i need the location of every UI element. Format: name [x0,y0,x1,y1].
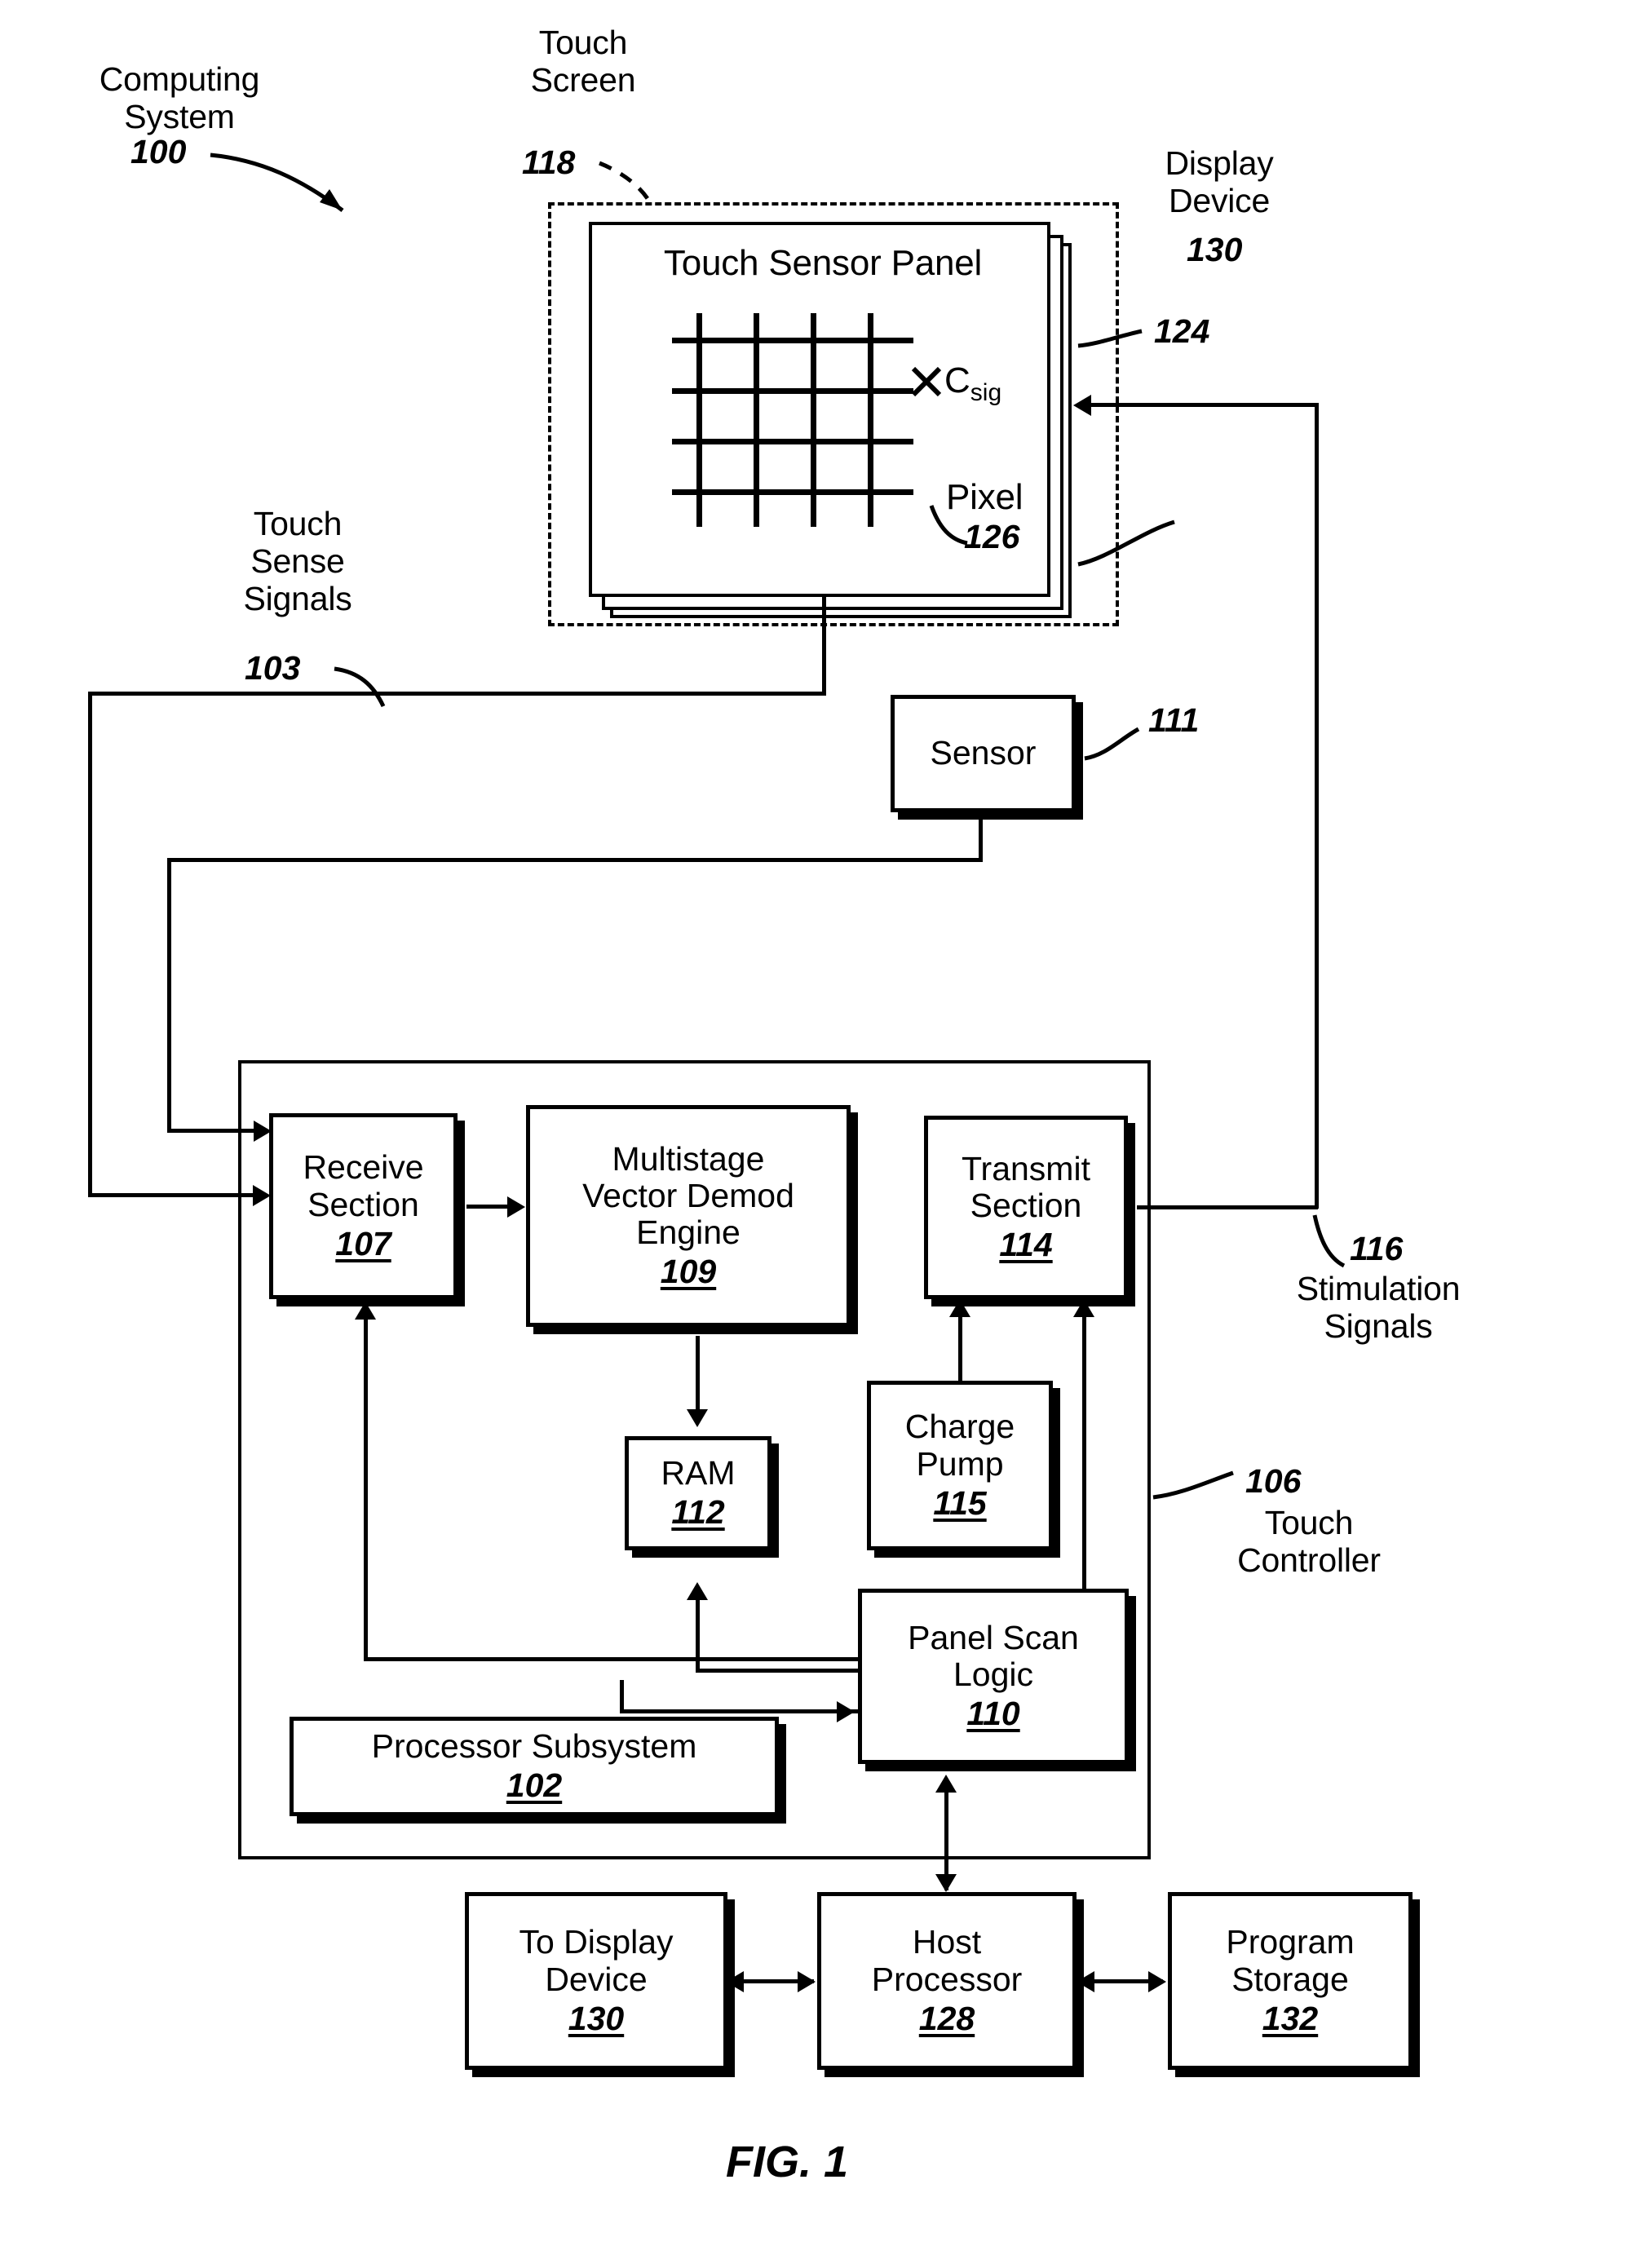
grid-line-h-3 [672,439,913,444]
touch-sense-signals-ref: 103 [245,649,301,687]
touch-controller-ref: 106 [1245,1462,1302,1500]
wire-sensor-horiz [167,858,983,862]
panel-scan-logic-ref: 110 [966,1695,1020,1733]
wire-psl-to-ram-horiz [696,1669,859,1673]
transmit-section-block[interactable]: Transmit Section 114 [924,1116,1128,1299]
display-device-ref: 130 [1187,231,1243,268]
touch-screen-label: Touch Screen [530,24,636,99]
display-device-label: Display Device [1165,144,1274,219]
csig-letter: C [944,360,970,400]
program-storage-block[interactable]: Program Storage 132 [1168,1892,1413,2070]
wire-stimulation-vert [1315,403,1319,1209]
arrow-sensor-into-receive [254,1121,272,1142]
program-storage-title: Program Storage [1226,1923,1355,1998]
patent-figure-page: Computing System 100 Touch Screen 118 Di… [0,0,1627,2268]
wire-panel-to-sense-down [822,597,826,695]
processor-subsystem-block[interactable]: Processor Subsystem 102 [290,1717,779,1816]
receive-section-block[interactable]: Receive Section 107 [269,1113,458,1299]
host-processor-block[interactable]: Host Processor 128 [817,1892,1077,2070]
touch-sense-signals-label: Touch Sense Signals [243,505,352,617]
wire-receive-to-demod [466,1205,509,1209]
arrow-psl-to-ram [687,1582,708,1600]
panel-scan-logic-block[interactable]: Panel Scan Logic 110 [858,1589,1129,1764]
wire-stimulation-into-panel [1091,403,1318,407]
touch-controller-label: Touch Controller [1237,1504,1381,1579]
csig-subscript: sig [970,378,1002,406]
arrow-psl-to-receive [355,1302,376,1320]
arrow-stimulation-into-panel [1073,395,1091,416]
wire-processor-to-psl [620,1709,858,1713]
wire-processor-to-psl-stub [620,1680,624,1713]
touch-sensor-panel-title: Touch Sensor Panel [663,243,983,283]
stimulation-signals-ref: 116 [1350,1230,1404,1267]
panel-layer-ref-124: 124 [1154,312,1210,350]
panel-scan-logic-title: Panel Scan Logic [908,1618,1079,1693]
wire-sense-horiz-top [88,692,826,696]
charge-pump-ref: 115 [933,1483,987,1522]
charge-pump-title: Charge Pump [904,1408,1015,1483]
arrow-sense-into-receive-lower [253,1185,271,1206]
grid-line-h-1 [672,338,913,343]
to-display-device-ref: 130 [568,1999,625,2037]
arrow-psl-to-transmit [1073,1299,1094,1317]
receive-section-ref: 107 [335,1224,391,1262]
charge-pump-block[interactable]: Charge Pump 115 [867,1381,1053,1550]
ram-title: RAM [661,1453,736,1492]
host-processor-title: Host Processor [871,1923,1023,1998]
arrow-host-to-storage-right [1148,1971,1166,1992]
arrow-controller-to-host-down [935,1874,957,1892]
arrow-display-to-host-left [726,1971,744,1992]
wire-sensor-vert [167,858,171,1132]
arrow-host-to-storage-left [1077,1971,1094,1992]
grid-line-h-2 [672,388,913,394]
stimulation-signals-label: Stimulation Signals [1296,1270,1461,1345]
transmit-section-title: Transmit Section [962,1149,1090,1224]
demod-engine-title: Multistage Vector Demod Engine [582,1139,794,1252]
host-processor-ref: 128 [918,1999,975,2037]
arrow-demod-to-ram [687,1409,708,1427]
grid-line-h-4 [672,489,913,495]
program-storage-ref: 132 [1262,1999,1319,2037]
wire-psl-to-transmit [1082,1316,1086,1592]
demod-engine-ref: 109 [660,1253,717,1291]
wire-sensor-down [979,812,983,861]
wire-sensor-into-receive [167,1129,257,1133]
arrow-controller-to-host-up [935,1775,957,1793]
arrow-chargepump-to-transmit [949,1299,970,1317]
touch-screen-ref: 118 [522,144,576,181]
csig-label: Csig [944,360,1001,407]
transmit-section-ref: 114 [999,1226,1053,1264]
pixel-label: Pixel [946,477,1024,517]
wire-transmit-out-horiz [1137,1205,1318,1209]
ram-ref: 112 [671,1493,725,1532]
arrow-processor-to-psl [837,1701,855,1722]
computing-system-ref: 100 [130,133,187,170]
processor-subsystem-ref: 102 [506,1766,563,1805]
wire-chargepump-to-transmit [958,1316,962,1383]
to-display-device-block[interactable]: To Display Device 130 [465,1892,727,2070]
wire-sense-vert-left-outer [88,692,92,1197]
figure-caption: FIG. 1 [726,2138,849,2186]
wire-psl-to-receive-horiz [364,1657,861,1661]
wire-demod-to-ram [696,1336,700,1411]
sensor-title: Sensor [930,734,1037,772]
arrow-display-to-host-right [798,1971,816,1992]
sensor-ref: 111 [1148,701,1200,739]
ram-block[interactable]: RAM 112 [625,1436,771,1550]
demod-engine-block[interactable]: Multistage Vector Demod Engine 109 [526,1105,851,1327]
arrow-receive-to-demod [507,1196,525,1218]
processor-subsystem-title: Processor Subsystem [371,1726,697,1765]
computing-system-label: Computing System [99,60,260,135]
pixel-ref: 126 [964,518,1020,555]
sensor-block[interactable]: Sensor [891,695,1076,812]
wire-psl-to-receive-vert [364,1320,368,1660]
wire-sense-into-receive-lower [88,1193,256,1197]
to-display-device-title: To Display Device [519,1923,674,1998]
receive-section-title: Receive Section [303,1148,424,1223]
